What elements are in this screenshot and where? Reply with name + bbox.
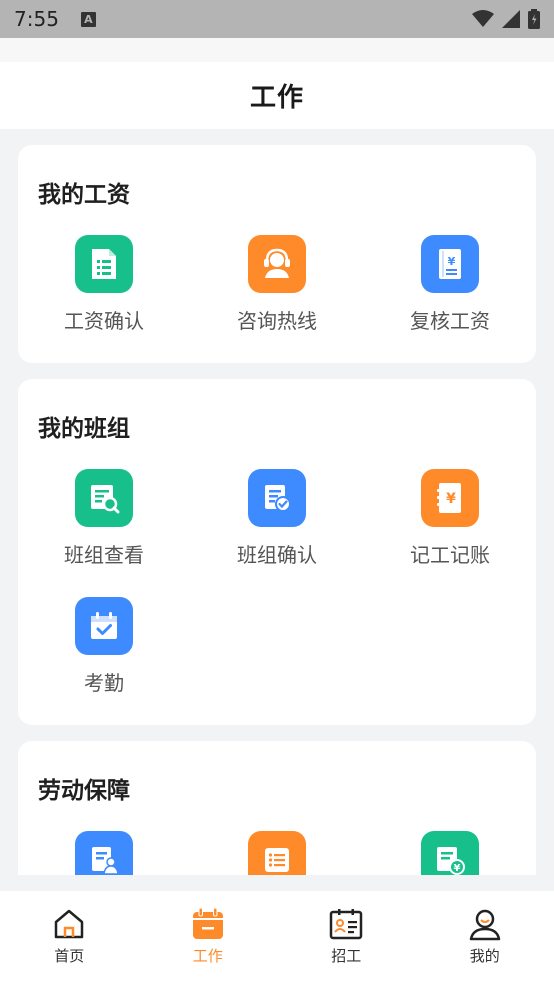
tab-work[interactable]: 工作 [139, 891, 278, 984]
item-consult-hotline[interactable]: 咨询热线 [191, 235, 363, 345]
tab-recruit[interactable]: 招工 [277, 891, 416, 984]
page-header: 工作 [0, 62, 554, 129]
user-icon [469, 909, 500, 941]
home-icon [55, 909, 84, 939]
status-time: 7:55 [14, 7, 59, 31]
section-title: 我的工资 [38, 182, 130, 208]
svg-text:¥: ¥ [446, 491, 456, 507]
section-labor-protection: 劳动保障 ¥ [18, 741, 536, 875]
item-label: 考勤 [84, 671, 124, 695]
item-labor-2[interactable] [191, 831, 363, 875]
tab-label: 招工 [331, 947, 362, 965]
notification-a-icon: A [80, 11, 96, 27]
tab-label: 工作 [192, 947, 223, 965]
section-title: 劳动保障 [38, 778, 130, 804]
wifi-icon [472, 10, 494, 27]
headset-icon [248, 235, 306, 293]
svg-text:¥: ¥ [454, 863, 461, 874]
bottom-tab-bar: 首页 工作 招工 我的 [0, 891, 554, 984]
item-review-salary[interactable]: ¥ 复核工资 [364, 235, 536, 345]
status-bar: 7:55 A [0, 0, 554, 38]
item-label: 记工记账 [410, 543, 490, 567]
item-work-ledger[interactable]: ¥ 记工记账 [364, 469, 536, 579]
section-my-salary: 我的工资 工资确认 咨询热线 ¥ 复核工资 [18, 145, 536, 363]
spreadsheet-icon [75, 235, 133, 293]
top-strip [0, 38, 554, 62]
item-label: 班组确认 [237, 543, 317, 567]
doc-yuan-icon: ¥ [421, 831, 479, 875]
recruit-board-icon [330, 909, 363, 940]
item-salary-confirm[interactable]: 工资确认 [18, 235, 190, 345]
tab-home[interactable]: 首页 [0, 891, 139, 984]
section-my-team: 我的班组 班组查看 班组确认 ¥ 记工记账 考勤 [18, 379, 536, 725]
doc-search-icon [75, 469, 133, 527]
ledger-icon: ¥ [421, 469, 479, 527]
item-team-confirm[interactable]: 班组确认 [191, 469, 363, 579]
section-title: 我的班组 [38, 416, 130, 442]
tab-mine[interactable]: 我的 [416, 891, 554, 984]
signal-icon [502, 10, 520, 28]
page-title: 工作 [249, 83, 304, 113]
content-scroll[interactable]: 我的工资 工资确认 咨询热线 ¥ 复核工资 我的班组 班组查看 班组确认 ¥ 记… [0, 129, 554, 875]
item-label: 班组查看 [64, 543, 144, 567]
tab-label: 首页 [54, 947, 85, 965]
item-attendance[interactable]: 考勤 [18, 597, 190, 707]
payroll-book-icon: ¥ [421, 235, 479, 293]
work-calendar-icon [192, 907, 223, 939]
item-labor-1[interactable] [18, 831, 190, 875]
item-label: 工资确认 [64, 309, 144, 333]
item-label: 咨询热线 [237, 309, 317, 333]
tab-label: 我的 [469, 947, 500, 965]
list-icon [248, 831, 306, 875]
item-labor-3[interactable]: ¥ [364, 831, 536, 875]
svg-text:¥: ¥ [448, 255, 456, 268]
doc-check-icon [248, 469, 306, 527]
status-icons [472, 9, 540, 29]
calendar-check-icon [75, 597, 133, 655]
doc-person-icon [75, 831, 133, 875]
item-team-view[interactable]: 班组查看 [18, 469, 190, 579]
item-label: 复核工资 [410, 309, 490, 333]
battery-icon [528, 9, 540, 29]
